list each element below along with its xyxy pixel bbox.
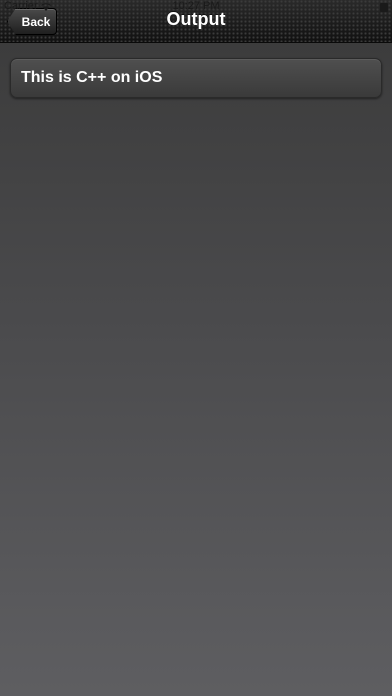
- status-time: 10:27 PM: [172, 0, 220, 12]
- battery-icon: [380, 3, 388, 12]
- screen: Back Output Carrier 10:27 PM This is C++…: [0, 0, 392, 696]
- status-bar: Carrier 10:27 PM: [0, 0, 392, 14]
- output-text: This is C++ on iOS: [21, 69, 163, 86]
- output-cell: This is C++ on iOS: [10, 58, 382, 98]
